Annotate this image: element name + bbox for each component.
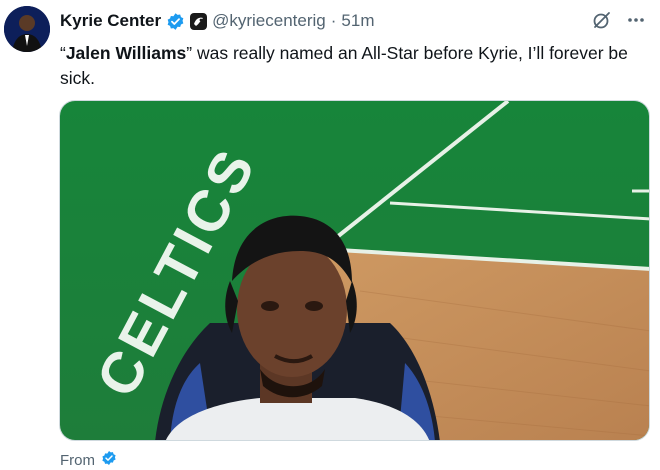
- grok-icon[interactable]: [592, 10, 612, 35]
- author-name[interactable]: Kyrie Center: [60, 11, 161, 31]
- tweet-video[interactable]: CELTICS: [59, 100, 650, 441]
- tweet-actions: [592, 10, 646, 35]
- avatar[interactable]: [4, 6, 50, 52]
- source-attribution: From: [60, 450, 117, 470]
- separator: ·: [330, 11, 337, 30]
- more-icon[interactable]: [626, 10, 646, 35]
- verified-icon[interactable]: [166, 12, 185, 31]
- bold-name: Jalen Williams: [65, 43, 187, 63]
- verified-icon: [101, 450, 117, 470]
- from-label: From: [60, 451, 95, 469]
- author-handle[interactable]: @kyriecenterig: [212, 11, 326, 31]
- tweet-text: “Jalen Williams” was really named an All…: [60, 41, 640, 91]
- tweet-header: Kyrie Center @kyriecenterig · 51m: [60, 9, 375, 33]
- affiliate-badge-icon[interactable]: [190, 12, 208, 30]
- tweet-time[interactable]: 51m: [341, 11, 374, 31]
